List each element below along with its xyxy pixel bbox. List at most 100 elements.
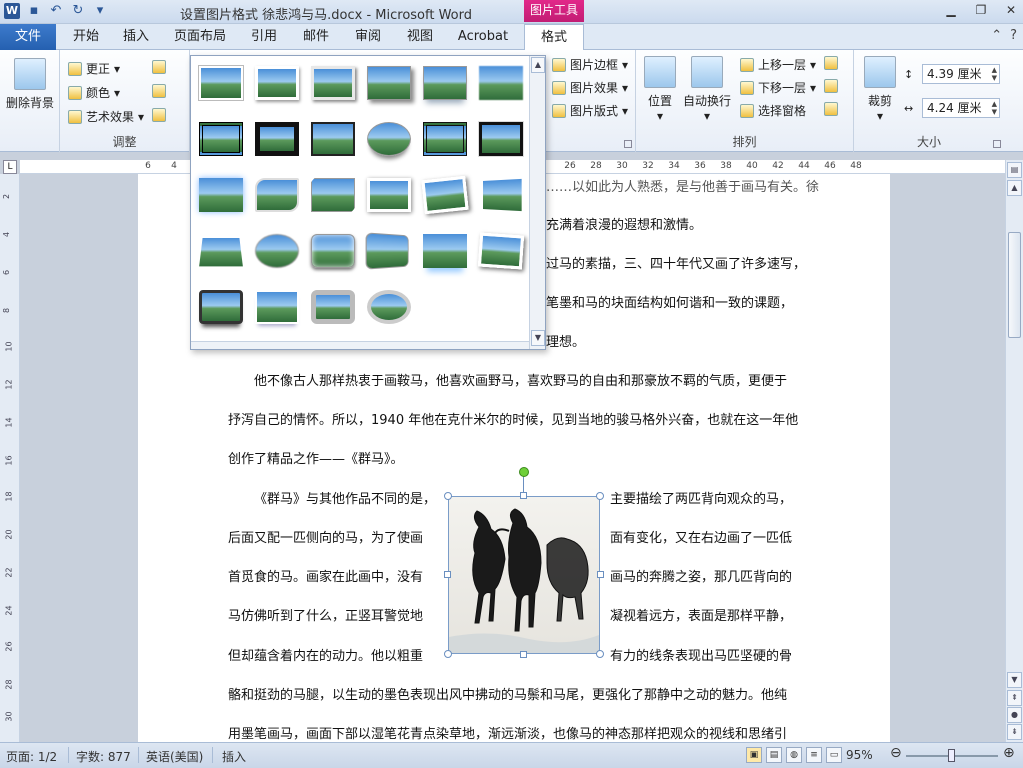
browse-object-icon[interactable]: ●: [1007, 707, 1022, 723]
save-icon[interactable]: ▪: [26, 3, 42, 19]
style-metal-oval[interactable]: [367, 290, 411, 324]
outline-view-icon[interactable]: ≡: [806, 747, 822, 763]
close-icon[interactable]: ✕: [1003, 2, 1019, 18]
style-perspective-shadow-white[interactable]: [481, 176, 524, 214]
style-rotated-white[interactable]: [421, 175, 469, 215]
correct-button[interactable]: 更正 ▾: [68, 60, 120, 77]
style-moderate-frame-white[interactable]: [367, 178, 411, 212]
zoom-level[interactable]: 95%: [846, 748, 873, 762]
resize-handle-nw[interactable]: [444, 492, 452, 500]
styles-dialog-launcher-icon[interactable]: [624, 140, 632, 148]
help-icon[interactable]: ?: [1010, 28, 1017, 43]
wrap-text-button[interactable]: 自动换行 ▾: [682, 56, 732, 123]
scroll-thumb[interactable]: [1008, 232, 1021, 338]
style-bevel-rectangle[interactable]: [311, 234, 355, 268]
scroll-down-icon[interactable]: ▼: [1007, 672, 1022, 688]
restore-icon[interactable]: ❐: [973, 2, 989, 18]
tab-page-layout[interactable]: 页面布局: [170, 24, 230, 50]
style-center-shadow-rectangle[interactable]: [199, 178, 243, 212]
style-snip-diagonal-corner-white[interactable]: [311, 178, 355, 212]
style-reflected-bevel-white[interactable]: [423, 234, 467, 268]
vertical-scrollbar[interactable]: ▤ ▲ ▼ ⇞ ● ⇟: [1005, 160, 1023, 742]
width-spinner[interactable]: 4.24 厘米 ▲ ▼: [922, 98, 1000, 118]
position-button[interactable]: 位置 ▾: [642, 56, 678, 123]
collapse-ribbon-icon[interactable]: ⌃: [991, 28, 1002, 43]
zoom-slider-thumb[interactable]: [948, 749, 955, 762]
style-soft-edge-oval[interactable]: [255, 234, 299, 268]
style-thick-matte-black[interactable]: [255, 122, 299, 156]
tab-home[interactable]: 开始: [68, 24, 104, 50]
zoom-out-icon[interactable]: ⊖: [890, 745, 902, 761]
picture-layout-button[interactable]: 图片版式 ▾: [552, 102, 628, 119]
send-backward-button[interactable]: 下移一层 ▾: [740, 79, 816, 96]
tab-insert[interactable]: 插入: [118, 24, 154, 50]
remove-background-button[interactable]: 删除背景: [4, 58, 56, 111]
vertical-ruler[interactable]: 2 4 6 8 10 12 14 16 18 20 22 24 26 28 30: [0, 174, 20, 742]
word-icon[interactable]: W: [4, 3, 20, 19]
minimize-icon[interactable]: ▁: [943, 2, 959, 18]
style-moderate-frame-black[interactable]: [478, 121, 524, 157]
next-page-icon[interactable]: ⇟: [1007, 724, 1022, 740]
style-compound-frame-black[interactable]: [423, 122, 467, 156]
style-beveled-matte-white[interactable]: [255, 66, 299, 100]
web-layout-view-icon[interactable]: ◍: [786, 747, 802, 763]
compress-pictures-button[interactable]: [152, 60, 166, 74]
insert-mode-indicator[interactable]: 插入: [222, 748, 246, 765]
word-count[interactable]: 字数: 877: [76, 748, 131, 765]
style-double-frame-black[interactable]: [199, 122, 243, 156]
bring-forward-button[interactable]: 上移一层 ▾: [740, 56, 816, 73]
style-soft-edge-rectangle[interactable]: [479, 66, 523, 100]
selection-pane-button[interactable]: 选择窗格: [740, 102, 806, 119]
color-button[interactable]: 颜色 ▾: [68, 84, 120, 101]
tab-acrobat[interactable]: Acrobat: [455, 24, 511, 50]
tab-format[interactable]: 格式: [524, 24, 584, 51]
resize-handle-n[interactable]: [520, 492, 527, 499]
previous-page-icon[interactable]: ⇞: [1007, 690, 1022, 706]
style-metal-rounded-rectangle[interactable]: [311, 290, 355, 324]
style-beveled-oval-black[interactable]: [367, 122, 411, 156]
language-indicator[interactable]: 英语(美国): [146, 748, 203, 765]
style-bevel-perspective[interactable]: [365, 232, 409, 270]
change-picture-button[interactable]: [152, 84, 166, 98]
page-count[interactable]: 页面: 1/2: [6, 748, 57, 765]
gallery-scroll-up-icon[interactable]: ▲: [531, 57, 545, 73]
tab-references[interactable]: 引用: [246, 24, 282, 50]
full-screen-reading-view-icon[interactable]: ▤: [766, 747, 782, 763]
undo-icon[interactable]: ↶: [48, 3, 64, 19]
resize-handle-s[interactable]: [520, 651, 527, 658]
style-relaxed-perspective-white[interactable]: [196, 236, 246, 269]
style-reflected-rounded[interactable]: [423, 66, 467, 100]
picture-effects-button[interactable]: 图片效果 ▾: [552, 79, 628, 96]
scroll-up-icon[interactable]: ▲: [1007, 180, 1022, 196]
tab-file[interactable]: 文件: [0, 24, 56, 50]
style-simple-frame-white[interactable]: [199, 66, 243, 100]
redo-icon[interactable]: ↻: [70, 3, 86, 19]
style-metal-frame[interactable]: [311, 66, 355, 100]
customize-qat-icon[interactable]: ▾: [92, 3, 108, 19]
rotate-button[interactable]: [824, 102, 838, 116]
tab-view[interactable]: 视图: [402, 24, 438, 50]
size-dialog-launcher-icon[interactable]: [993, 140, 1001, 148]
style-reflected-perspective-right[interactable]: [255, 290, 299, 324]
style-rounded-diagonal-corner-white[interactable]: [255, 178, 299, 212]
picture-border-button[interactable]: 图片边框 ▾: [552, 56, 628, 73]
resize-handle-se[interactable]: [596, 650, 604, 658]
crop-button[interactable]: 裁剪 ▾: [862, 56, 898, 123]
group-objects-button[interactable]: [824, 79, 838, 93]
reset-picture-button[interactable]: [152, 108, 166, 122]
style-drop-shadow-rectangle[interactable]: [367, 66, 411, 100]
style-simple-frame-black[interactable]: [311, 122, 355, 156]
resize-handle-sw[interactable]: [444, 650, 452, 658]
rotate-handle[interactable]: [519, 467, 529, 477]
horses-picture[interactable]: [448, 496, 600, 654]
print-layout-view-icon[interactable]: ▣: [746, 747, 762, 763]
gallery-resize-grip[interactable]: [191, 341, 529, 349]
tab-mailings[interactable]: 邮件: [298, 24, 334, 50]
gallery-scroll-down-icon[interactable]: ▼: [531, 330, 545, 346]
draft-view-icon[interactable]: ▭: [826, 747, 842, 763]
gallery-scrollbar[interactable]: ▲ ▼: [529, 56, 545, 349]
resize-handle-w[interactable]: [444, 571, 451, 578]
style-bevel-perspective-left-white[interactable]: [477, 232, 525, 270]
tab-review[interactable]: 审阅: [350, 24, 386, 50]
height-spinner[interactable]: 4.39 厘米 ▲ ▼: [922, 64, 1000, 84]
